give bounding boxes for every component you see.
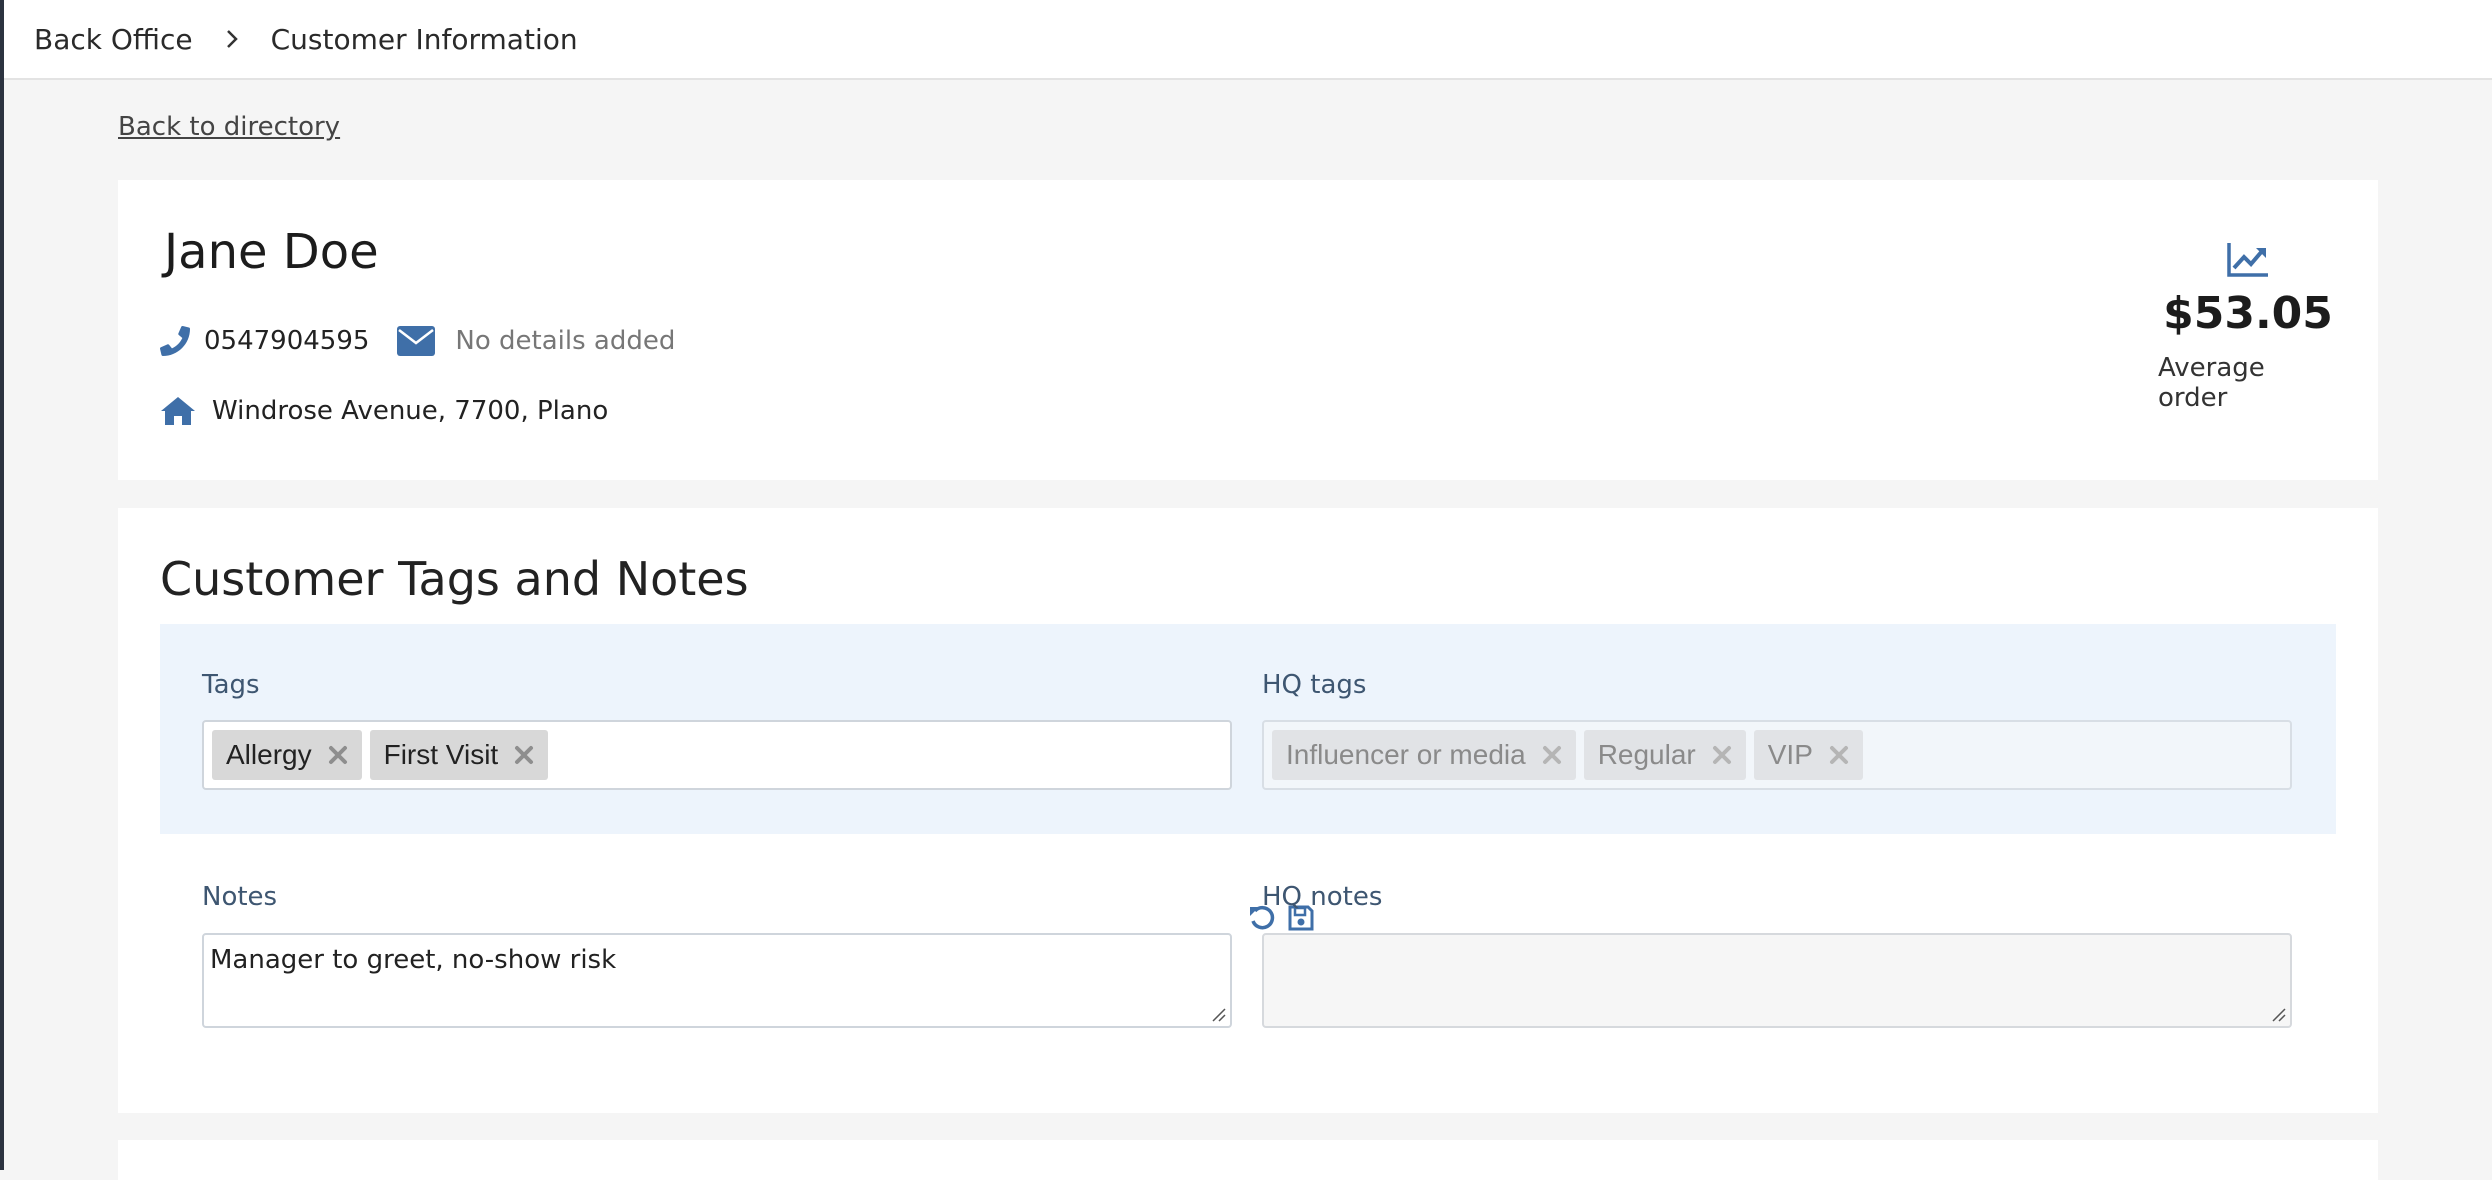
hq-tag-chip-label: Regular — [1597, 739, 1696, 770]
notes-textarea[interactable]: Manager to greet, no-show risk — [202, 933, 1232, 1028]
hq-tag-chip-label: VIP — [1767, 739, 1813, 770]
tags-label: Tags — [202, 670, 260, 700]
hq-tag-chip: Influencer or media — [1272, 730, 1576, 780]
breadcrumb-current: Customer Information — [270, 22, 578, 56]
average-order-label: Average order — [2158, 353, 2265, 413]
notes-value: Manager to greet, no-show risk — [210, 945, 617, 975]
hq-tags-input: Influencer or media Regular VIP — [1262, 720, 2292, 790]
phone-icon — [160, 326, 190, 356]
envelope-icon — [397, 326, 436, 356]
remove-tag-icon[interactable] — [514, 745, 534, 765]
tags-input[interactable]: Allergy First Visit — [202, 720, 1232, 790]
contact-row: 0547904595 No details added — [160, 326, 675, 356]
remove-tag-icon — [1542, 745, 1562, 765]
address-value: Windrose Avenue, 7700, Plano — [212, 396, 609, 426]
hq-tag-chip-label: Influencer or media — [1286, 739, 1526, 770]
average-order-value: $53.05 — [2163, 288, 2333, 339]
back-to-directory-link[interactable]: Back to directory — [118, 112, 340, 142]
top-bar: Back Office Customer Information — [4, 0, 2492, 80]
hq-notes-textarea — [1262, 933, 2292, 1028]
hq-tag-chip: Regular — [1583, 730, 1746, 780]
home-icon — [160, 396, 196, 426]
hq-tags-label: HQ tags — [1262, 670, 1367, 700]
hq-tag-chip: VIP — [1753, 730, 1863, 780]
section-title: Customer Tags and Notes — [160, 552, 749, 606]
resize-handle-icon — [2272, 1008, 2286, 1022]
tag-chip-label: Allergy — [226, 739, 312, 770]
breadcrumb-back-office[interactable]: Back Office — [34, 23, 193, 56]
tags-panel: Tags Allergy First Visit HQ tags Influen… — [160, 624, 2336, 834]
remove-tag-icon — [1712, 745, 1732, 765]
remove-tag-icon — [1829, 745, 1849, 765]
chevron-right-icon — [225, 28, 239, 50]
remove-tag-icon[interactable] — [328, 745, 348, 765]
notes-label: Notes — [202, 882, 278, 912]
address-row: Windrose Avenue, 7700, Plano — [160, 396, 608, 426]
resize-handle-icon[interactable] — [1212, 1008, 1226, 1022]
tag-chip: First Visit — [369, 730, 549, 780]
average-order-stat: $53.05 Average order — [2158, 240, 2338, 413]
left-edge — [0, 0, 4, 1170]
tag-chip: Allergy — [212, 730, 362, 780]
hq-notes-label: HQ notes — [1262, 882, 1383, 912]
customer-name: Jane Doe — [164, 224, 379, 280]
tag-chip-label: First Visit — [383, 739, 499, 770]
next-card — [118, 1140, 2378, 1180]
tags-notes-card: Customer Tags and Notes Tags Allergy Fir… — [118, 508, 2378, 1113]
line-chart-icon — [2226, 240, 2270, 278]
phone-number: 0547904595 — [204, 326, 370, 356]
email-value: No details added — [455, 326, 676, 356]
customer-profile-card: Jane Doe 0547904595 No details added Win… — [118, 180, 2378, 480]
